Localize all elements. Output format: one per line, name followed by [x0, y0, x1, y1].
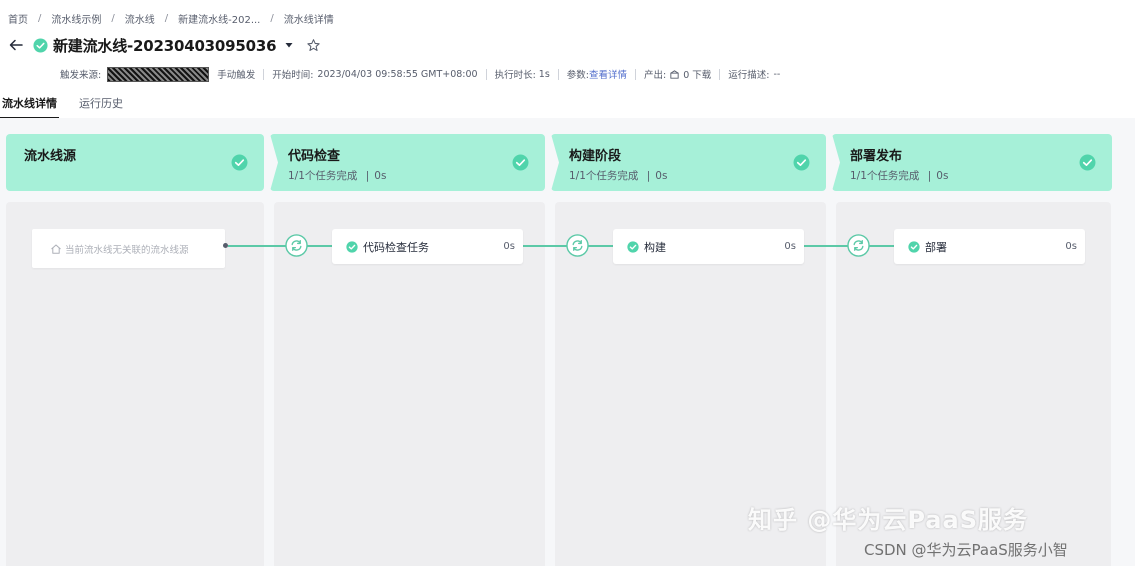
meta-divider — [485, 68, 487, 80]
start-time: 2023/04/03 09:58:55 GMT+08:00 — [317, 68, 478, 80]
stage-duration: 0s — [936, 170, 949, 182]
job-duration: 0s — [1065, 241, 1077, 252]
breadcrumb: 首页 / 流水线示例 / 流水线 / 新建流水线-202... / 流水线详情 — [8, 10, 334, 26]
tab-pipeline-detail[interactable]: 流水线详情 — [0, 90, 59, 119]
job-name: 部署 — [925, 240, 947, 254]
breadcrumb-home[interactable]: 首页 — [8, 11, 28, 26]
stage-title: 部署发布 — [850, 149, 903, 164]
tab-bar: 流水线详情 运行历史 — [0, 90, 1135, 119]
stage-progress-sep: | — [646, 170, 651, 182]
watermark-csdn: CSDN @华为云PaaS服务小智 — [864, 541, 1068, 559]
stage-progress: 1/1个任务完成 | 0s — [569, 168, 667, 183]
stage-progress-text: 1/1个任务完成 — [288, 170, 358, 182]
breadcrumb-pipeline-name[interactable]: 新建流水线-202... — [178, 11, 260, 26]
check-circle-icon — [627, 240, 639, 253]
home-icon — [51, 244, 61, 254]
params-detail-link[interactable]: 查看详情 — [589, 67, 627, 81]
breadcrumb-separator: / — [38, 12, 42, 24]
connector-line — [228, 245, 332, 247]
stage-progress-text: 1/1个任务完成 — [850, 170, 920, 182]
caret-down-icon[interactable] — [284, 40, 294, 50]
stage-progress-text: 1/1个任务完成 — [569, 170, 639, 182]
title-row: 新建流水线-20230403095036 — [8, 34, 321, 56]
refresh-circle-icon[interactable] — [847, 234, 870, 257]
star-outline-icon[interactable] — [306, 38, 321, 53]
breadcrumb-separator: / — [111, 12, 115, 24]
page-title: 新建流水线-20230403095036 — [53, 36, 277, 55]
meta-divider — [263, 68, 265, 80]
meta-divider — [635, 68, 637, 80]
trigger-source-label: 触发来源: — [60, 70, 102, 81]
stage-title: 构建阶段 — [569, 149, 622, 164]
job-name: 代码检查任务 — [363, 240, 429, 254]
check-circle-icon — [908, 240, 920, 253]
check-circle-icon — [33, 37, 48, 53]
refresh-circle-icon[interactable] — [566, 234, 589, 257]
stage-duration: 0s — [655, 170, 668, 182]
duration: 1s — [538, 68, 550, 80]
stage-header-code-check[interactable]: 代码检查 1/1个任务完成 | 0s — [270, 134, 545, 191]
stage-progress: 1/1个任务完成 | 0s — [288, 168, 386, 183]
breadcrumb-pipeline[interactable]: 流水线 — [125, 11, 155, 26]
output-value[interactable]: 0 下载 — [683, 67, 711, 81]
breadcrumb-separator: / — [164, 12, 169, 24]
output-label: 产出: — [644, 70, 667, 81]
stage-progress-sep: | — [365, 170, 370, 182]
job-card-build[interactable]: 构建 0s — [613, 229, 804, 264]
package-icon — [670, 69, 679, 79]
job-card-deploy[interactable]: 部署 0s — [894, 229, 1085, 264]
stage-header-build[interactable]: 构建阶段 1/1个任务完成 | 0s — [551, 134, 826, 191]
stage-title: 代码检查 — [288, 149, 341, 164]
trigger-type: 手动触发 — [217, 70, 256, 81]
duration-label: 执行时长: — [494, 70, 536, 81]
job-duration: 0s — [784, 241, 796, 252]
run-desc-label: 运行描述: — [728, 70, 770, 81]
arrow-left-icon[interactable] — [8, 37, 24, 53]
params-label: 参数: — [566, 70, 589, 81]
tab-run-history[interactable]: 运行历史 — [77, 90, 125, 117]
stage-progress-sep: | — [927, 170, 932, 182]
refresh-circle-icon[interactable] — [285, 234, 308, 257]
run-desc: -- — [773, 68, 781, 80]
breadcrumb-pipeline-sample[interactable]: 流水线示例 — [51, 11, 101, 26]
stage-header-deploy[interactable]: 部署发布 1/1个任务完成 | 0s — [832, 134, 1112, 191]
check-circle-icon — [512, 154, 529, 171]
stage-title: 流水线源 — [24, 149, 77, 164]
meta-divider — [557, 68, 559, 80]
breadcrumb-separator: / — [270, 12, 274, 24]
meta-divider — [719, 68, 721, 80]
job-name: 构建 — [644, 240, 666, 254]
job-duration: 0s — [503, 241, 515, 252]
start-time-label: 开始时间: — [272, 70, 314, 81]
redacted-trigger-source — [107, 66, 210, 82]
check-circle-icon — [346, 240, 358, 253]
pipeline-source-empty[interactable]: 当前流水线无关联的流水线源 — [32, 229, 225, 268]
check-circle-icon — [231, 154, 248, 171]
source-stage-header[interactable]: 流水线源 — [6, 134, 264, 191]
stage-duration: 0s — [374, 170, 387, 182]
stage-progress: 1/1个任务完成 | 0s — [850, 168, 948, 183]
breadcrumb-current: 流水线详情 — [283, 14, 334, 26]
source-empty-text: 当前流水线无关联的流水线源 — [65, 244, 189, 256]
run-meta: 触发来源: 手动触发 开始时间: 2023/04/03 09:58:55 GMT… — [60, 66, 780, 82]
check-circle-icon — [793, 154, 810, 171]
check-circle-icon — [1079, 154, 1096, 171]
watermark-zhihu: 知乎 @华为云PaaS服务 — [748, 506, 1028, 534]
job-card-code-check[interactable]: 代码检查任务 0s — [332, 229, 523, 264]
